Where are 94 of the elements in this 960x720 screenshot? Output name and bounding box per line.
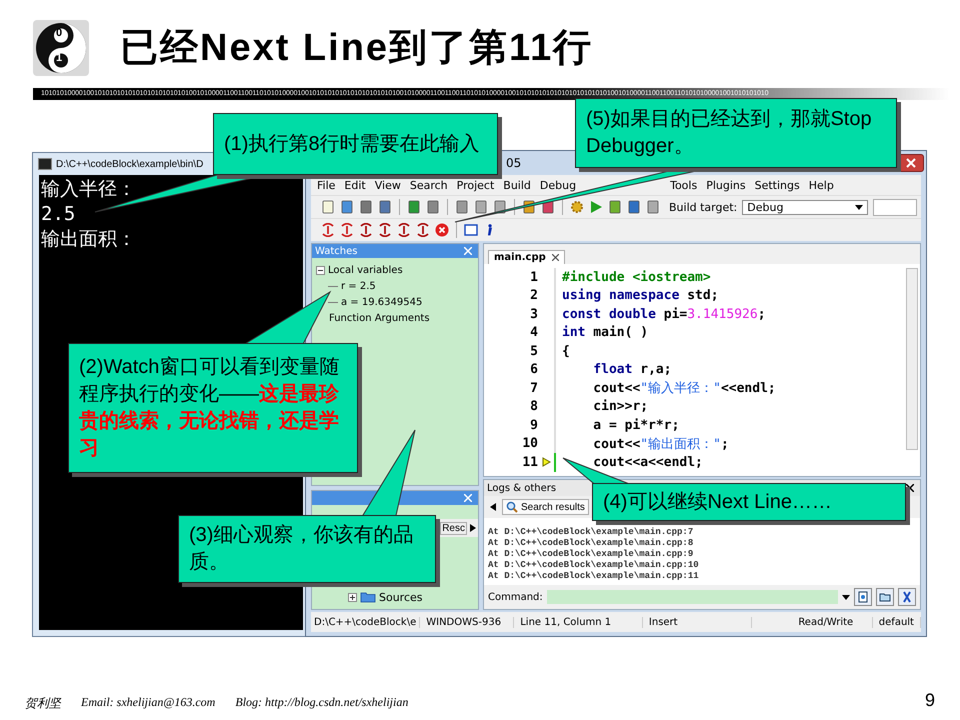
logo-digit: 1 (56, 52, 62, 64)
log-line: At D:\C++\codeBlock\example\main.cpp:10 (488, 560, 700, 571)
menu-item[interactable]: Edit (344, 178, 366, 192)
line-number: 11 (521, 454, 538, 470)
console-output: 输出面积： (40, 227, 136, 252)
code-line: using namespace std; (562, 288, 719, 304)
window-title: 05 (506, 156, 522, 170)
document-icon (857, 591, 869, 603)
search-icon (506, 501, 518, 513)
status-field: Line 11, Column 1 (514, 616, 643, 628)
log-line: At D:\C++\codeBlock\example\main.cpp:9 (488, 549, 694, 560)
line-number: 7 (529, 380, 538, 396)
line-number: 5 (529, 344, 538, 359)
input-field[interactable] (873, 198, 917, 216)
play-icon[interactable] (589, 200, 603, 214)
code-line: cin>>r; (592, 399, 648, 414)
send-button[interactable] (854, 588, 872, 606)
status-field: Read/Write (792, 616, 873, 628)
menu-item[interactable]: Debug (540, 178, 576, 192)
code-line: cout<<a<<endl; (592, 454, 703, 470)
gear-icon[interactable] (570, 200, 584, 214)
slide-title: 已经Next Line到了第11行 (120, 26, 594, 71)
author-name: 贺利坚 (25, 695, 61, 712)
clear-button[interactable] (898, 588, 916, 606)
editor-tab[interactable]: main.cpp (488, 250, 565, 264)
line-number: 10 (521, 436, 538, 452)
panel-tab[interactable]: Resc (440, 522, 467, 534)
code-line: const double pi=3.1415926; (562, 306, 766, 322)
panel-title: Logs & others (487, 482, 556, 494)
log-line: At D:\C++\codeBlock\example\main.cpp:7 (488, 527, 694, 538)
expand-toggle-icon[interactable] (348, 592, 357, 602)
scroll-left-icon[interactable] (490, 503, 496, 511)
code-line: a = pi*r*r; (592, 418, 680, 433)
build-target-label: Build target: (669, 200, 738, 214)
blog-link[interactable]: Blog: http://blog.csdn.net/sxhelijian (235, 695, 408, 712)
status-field: D:\C++\codeBlock\e (311, 616, 420, 628)
code-line: #include <iostream> (562, 270, 711, 285)
panel-title: Watches (315, 246, 358, 256)
menu-item[interactable]: View (374, 178, 401, 192)
menu-item[interactable]: Project (456, 178, 494, 192)
email-text: Email: sxhelijian@163.com (81, 695, 216, 711)
command-field[interactable] (546, 590, 838, 604)
x-icon (901, 591, 913, 603)
window-icon[interactable] (464, 223, 478, 237)
code-line: { (562, 344, 570, 359)
line-number: 9 (529, 418, 538, 433)
watch-variable[interactable]: a = 19.6349545 (341, 296, 422, 308)
status-field: Insert (642, 616, 752, 628)
status-field: default (872, 616, 921, 628)
close-icon[interactable] (552, 254, 559, 261)
scroll-right-icon[interactable] (470, 524, 476, 532)
menu-item[interactable]: Plugins (706, 178, 746, 192)
build-target-dropdown[interactable]: Debug (742, 200, 868, 214)
tree-item[interactable]: Function Arguments (329, 312, 430, 324)
folder-icon (879, 591, 891, 603)
menu-item[interactable]: Tools (670, 178, 698, 192)
logo-icon (33, 20, 89, 76)
line-number: 3 (529, 306, 538, 322)
scrollbar[interactable] (906, 268, 918, 450)
status-field: WINDOWS-936 (420, 616, 514, 628)
command-label: Command: (488, 592, 543, 602)
line-number: 8 (529, 399, 538, 414)
tree-item[interactable]: Local variables (328, 264, 403, 276)
code-line: cout<<"输出面积："; (592, 436, 729, 453)
log-line: At D:\C++\codeBlock\example\main.cpp:8 (488, 538, 694, 549)
menu-item[interactable]: File (317, 178, 336, 192)
logo-digit: 0 (56, 27, 62, 39)
console-icon (38, 158, 52, 170)
menu-item[interactable]: Help (808, 178, 834, 192)
tree-item[interactable]: Sources (379, 590, 423, 604)
menu-item[interactable]: Build (503, 178, 531, 192)
page-number: 9 (925, 690, 936, 711)
menu-item[interactable]: Settings (754, 178, 800, 192)
caret-icon (855, 204, 864, 210)
line-number: 4 (529, 325, 538, 340)
caret-icon[interactable] (842, 594, 850, 600)
stop-icon[interactable] (435, 223, 449, 237)
log-tab[interactable]: Search results (502, 499, 589, 515)
menu-item[interactable]: Search (410, 178, 448, 192)
window-title: D:\C++\codeBlock\example\bin\D (56, 158, 204, 170)
console-output: 输入半径： (40, 177, 136, 202)
code-line: cout<<"输入半径："<<endl; (592, 380, 776, 398)
code-line: int main( ) (562, 325, 648, 340)
console-output: 2.5 (40, 202, 76, 227)
line-number: 6 (529, 362, 538, 378)
folder-icon (360, 591, 376, 603)
close-icon (906, 158, 916, 168)
code-line: float r,a; (592, 362, 672, 378)
log-line: At D:\C++\codeBlock\example\main.cpp:11 (488, 571, 700, 582)
line-number: 1 (529, 270, 538, 285)
expand-toggle-icon[interactable] (316, 266, 325, 274)
load-button[interactable] (876, 588, 894, 606)
watch-variable[interactable]: r = 2.5 (341, 280, 376, 292)
line-number: 2 (529, 288, 538, 304)
